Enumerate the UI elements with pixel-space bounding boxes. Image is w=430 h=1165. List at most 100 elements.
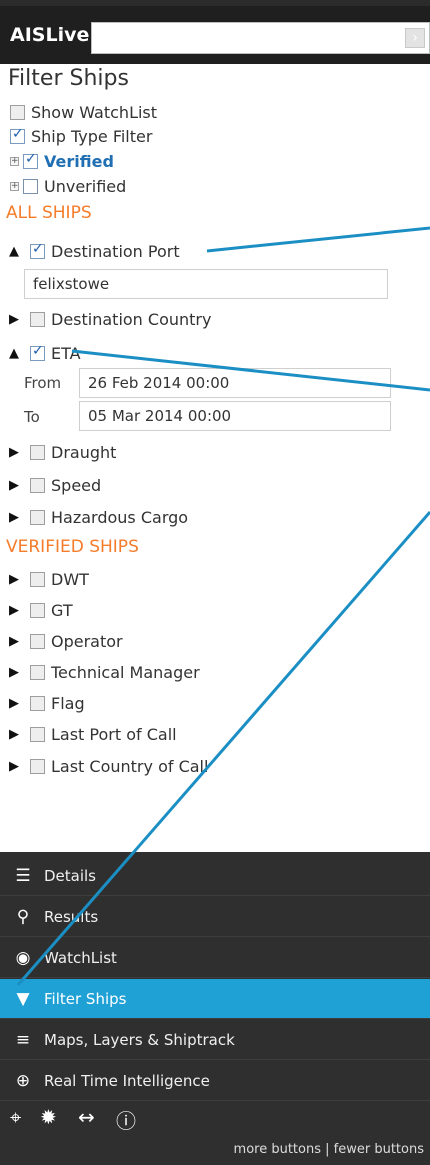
last-country-of-call-label: Last Country of Call: [51, 756, 209, 776]
ship-type-filter-checkbox[interactable]: [10, 126, 25, 144]
show-watchlist-checkbox[interactable]: [10, 104, 25, 120]
dwt-label: DWT: [51, 569, 89, 589]
operator-row[interactable]: ▶ Operator: [8, 628, 123, 654]
speed-label: Speed: [51, 475, 102, 495]
dwt-checkbox[interactable]: [30, 571, 45, 587]
last-country-of-call-checkbox[interactable]: [30, 758, 45, 774]
unverified-checkbox[interactable]: [23, 178, 38, 194]
collapse-triangle-icon[interactable]: ▲: [8, 244, 20, 259]
expand-triangle-icon[interactable]: ▶: [8, 634, 20, 649]
eta-checkbox[interactable]: [30, 343, 45, 361]
eta-to-label: To: [24, 408, 40, 426]
nav-watchlist-label: WatchList: [44, 948, 117, 967]
show-watchlist-label: Show WatchList: [31, 102, 158, 122]
unverified-row[interactable]: + Unverified: [10, 173, 126, 199]
search-go-button[interactable]: ›: [405, 28, 425, 48]
destination-port-checkbox[interactable]: [30, 241, 45, 259]
operator-checkbox[interactable]: [30, 633, 45, 649]
flag-checkbox[interactable]: [30, 695, 45, 711]
verified-row[interactable]: + Verified: [10, 148, 114, 174]
measure-icon[interactable]: ↔: [78, 1105, 95, 1129]
expand-triangle-icon[interactable]: ▶: [8, 759, 20, 774]
destination-country-label: Destination Country: [51, 309, 212, 329]
nav-real-time-intelligence-label: Real Time Intelligence: [44, 1071, 210, 1090]
expand-triangle-icon[interactable]: ▶: [8, 478, 20, 493]
flag-row[interactable]: ▶ Flag: [8, 690, 85, 716]
app-brand: AISLive: [10, 24, 90, 46]
draught-label: Draught: [51, 442, 117, 462]
speed-row[interactable]: ▶ Speed: [8, 472, 101, 498]
tool-bar: ⌖ ✹ ↔ ⓘ more buttons | fewer buttons: [0, 1097, 430, 1165]
layers-icon: ≡: [15, 1029, 31, 1050]
expand-plus-icon[interactable]: +: [10, 181, 19, 191]
eta-row[interactable]: ▲ ETA: [8, 340, 81, 366]
last-port-of-call-checkbox[interactable]: [30, 726, 45, 742]
ship-type-filter-row[interactable]: Ship Type Filter: [10, 123, 152, 149]
globe-icon: ⊕: [15, 1070, 31, 1091]
verified-checkbox[interactable]: [23, 151, 38, 169]
search-icon: ⚲: [16, 906, 30, 927]
ship-type-filter-label: Ship Type Filter: [31, 126, 153, 146]
hazardous-cargo-checkbox[interactable]: [30, 509, 45, 525]
verified-label: Verified: [44, 151, 114, 171]
nav-results[interactable]: ⚲ Results: [0, 897, 430, 937]
dwt-row[interactable]: ▶ DWT: [8, 566, 89, 592]
nav-details-label: Details: [44, 866, 97, 885]
crosshair-icon[interactable]: ⌖: [10, 1105, 21, 1129]
flag-label: Flag: [51, 693, 85, 713]
nav-filter-ships[interactable]: ▼ Filter Ships: [0, 979, 430, 1019]
binoculars-icon: ◉: [15, 947, 31, 968]
expand-triangle-icon[interactable]: ▶: [8, 312, 20, 327]
nav-filter-ships-label: Filter Ships: [44, 989, 127, 1008]
destination-port-row[interactable]: ▲ Destination Port: [8, 238, 180, 264]
expand-triangle-icon[interactable]: ▶: [8, 572, 20, 587]
technical-manager-row[interactable]: ▶ Technical Manager: [8, 659, 200, 685]
nav-maps-layers-label: Maps, Layers & Shiptrack: [44, 1030, 235, 1049]
technical-manager-checkbox[interactable]: [30, 664, 45, 680]
gt-checkbox[interactable]: [30, 602, 45, 618]
more-buttons-link[interactable]: more buttons: [234, 1142, 321, 1157]
search-input[interactable]: ›: [91, 22, 430, 54]
panel-title: Filter Ships: [8, 66, 129, 91]
fewer-buttons-link[interactable]: fewer buttons: [334, 1142, 424, 1157]
draught-row[interactable]: ▶ Draught: [8, 439, 116, 465]
last-port-of-call-row[interactable]: ▶ Last Port of Call: [8, 721, 177, 747]
eta-label: ETA: [51, 343, 81, 363]
eta-to-input[interactable]: 05 Mar 2014 00:00: [79, 401, 391, 431]
speed-checkbox[interactable]: [30, 477, 45, 493]
expand-triangle-icon[interactable]: ▶: [8, 665, 20, 680]
destination-port-input[interactable]: felixstowe: [24, 269, 388, 299]
technical-manager-label: Technical Manager: [51, 662, 200, 682]
expand-plus-icon[interactable]: +: [10, 156, 19, 166]
nav-maps-layers[interactable]: ≡ Maps, Layers & Shiptrack: [0, 1020, 430, 1060]
nav-details[interactable]: ☰ Details: [0, 856, 430, 896]
destination-port-label: Destination Port: [51, 241, 180, 261]
eta-from-input[interactable]: 26 Feb 2014 00:00: [79, 368, 391, 398]
info-icon[interactable]: ⓘ: [116, 1105, 136, 1134]
callout-line-destination-port: [206, 226, 430, 253]
details-icon: ☰: [15, 865, 31, 886]
filter-icon: ▼: [16, 988, 30, 1009]
expand-triangle-icon[interactable]: ▶: [8, 727, 20, 742]
destination-country-row[interactable]: ▶ Destination Country: [8, 306, 211, 332]
hazardous-cargo-row[interactable]: ▶ Hazardous Cargo: [8, 504, 188, 530]
top-bar: AISLive ›: [0, 0, 430, 64]
gt-row[interactable]: ▶ GT: [8, 597, 73, 623]
sun-icon[interactable]: ✹: [40, 1105, 57, 1129]
nav-real-time-intelligence[interactable]: ⊕ Real Time Intelligence: [0, 1061, 430, 1101]
last-country-of-call-row[interactable]: ▶ Last Country of Call: [8, 753, 208, 779]
expand-triangle-icon[interactable]: ▶: [8, 510, 20, 525]
eta-from-label: From: [24, 374, 62, 392]
destination-country-checkbox[interactable]: [30, 311, 45, 327]
hazardous-cargo-label: Hazardous Cargo: [51, 507, 189, 527]
collapse-triangle-icon[interactable]: ▲: [8, 346, 20, 361]
expand-triangle-icon[interactable]: ▶: [8, 445, 20, 460]
show-watchlist-row[interactable]: Show WatchList: [10, 99, 157, 125]
nav-watchlist[interactable]: ◉ WatchList: [0, 938, 430, 978]
expand-triangle-icon[interactable]: ▶: [8, 696, 20, 711]
gt-label: GT: [51, 600, 73, 620]
expand-triangle-icon[interactable]: ▶: [8, 603, 20, 618]
more-fewer-links: more buttons | fewer buttons: [234, 1142, 424, 1157]
draught-checkbox[interactable]: [30, 444, 45, 460]
unverified-label: Unverified: [44, 176, 127, 196]
